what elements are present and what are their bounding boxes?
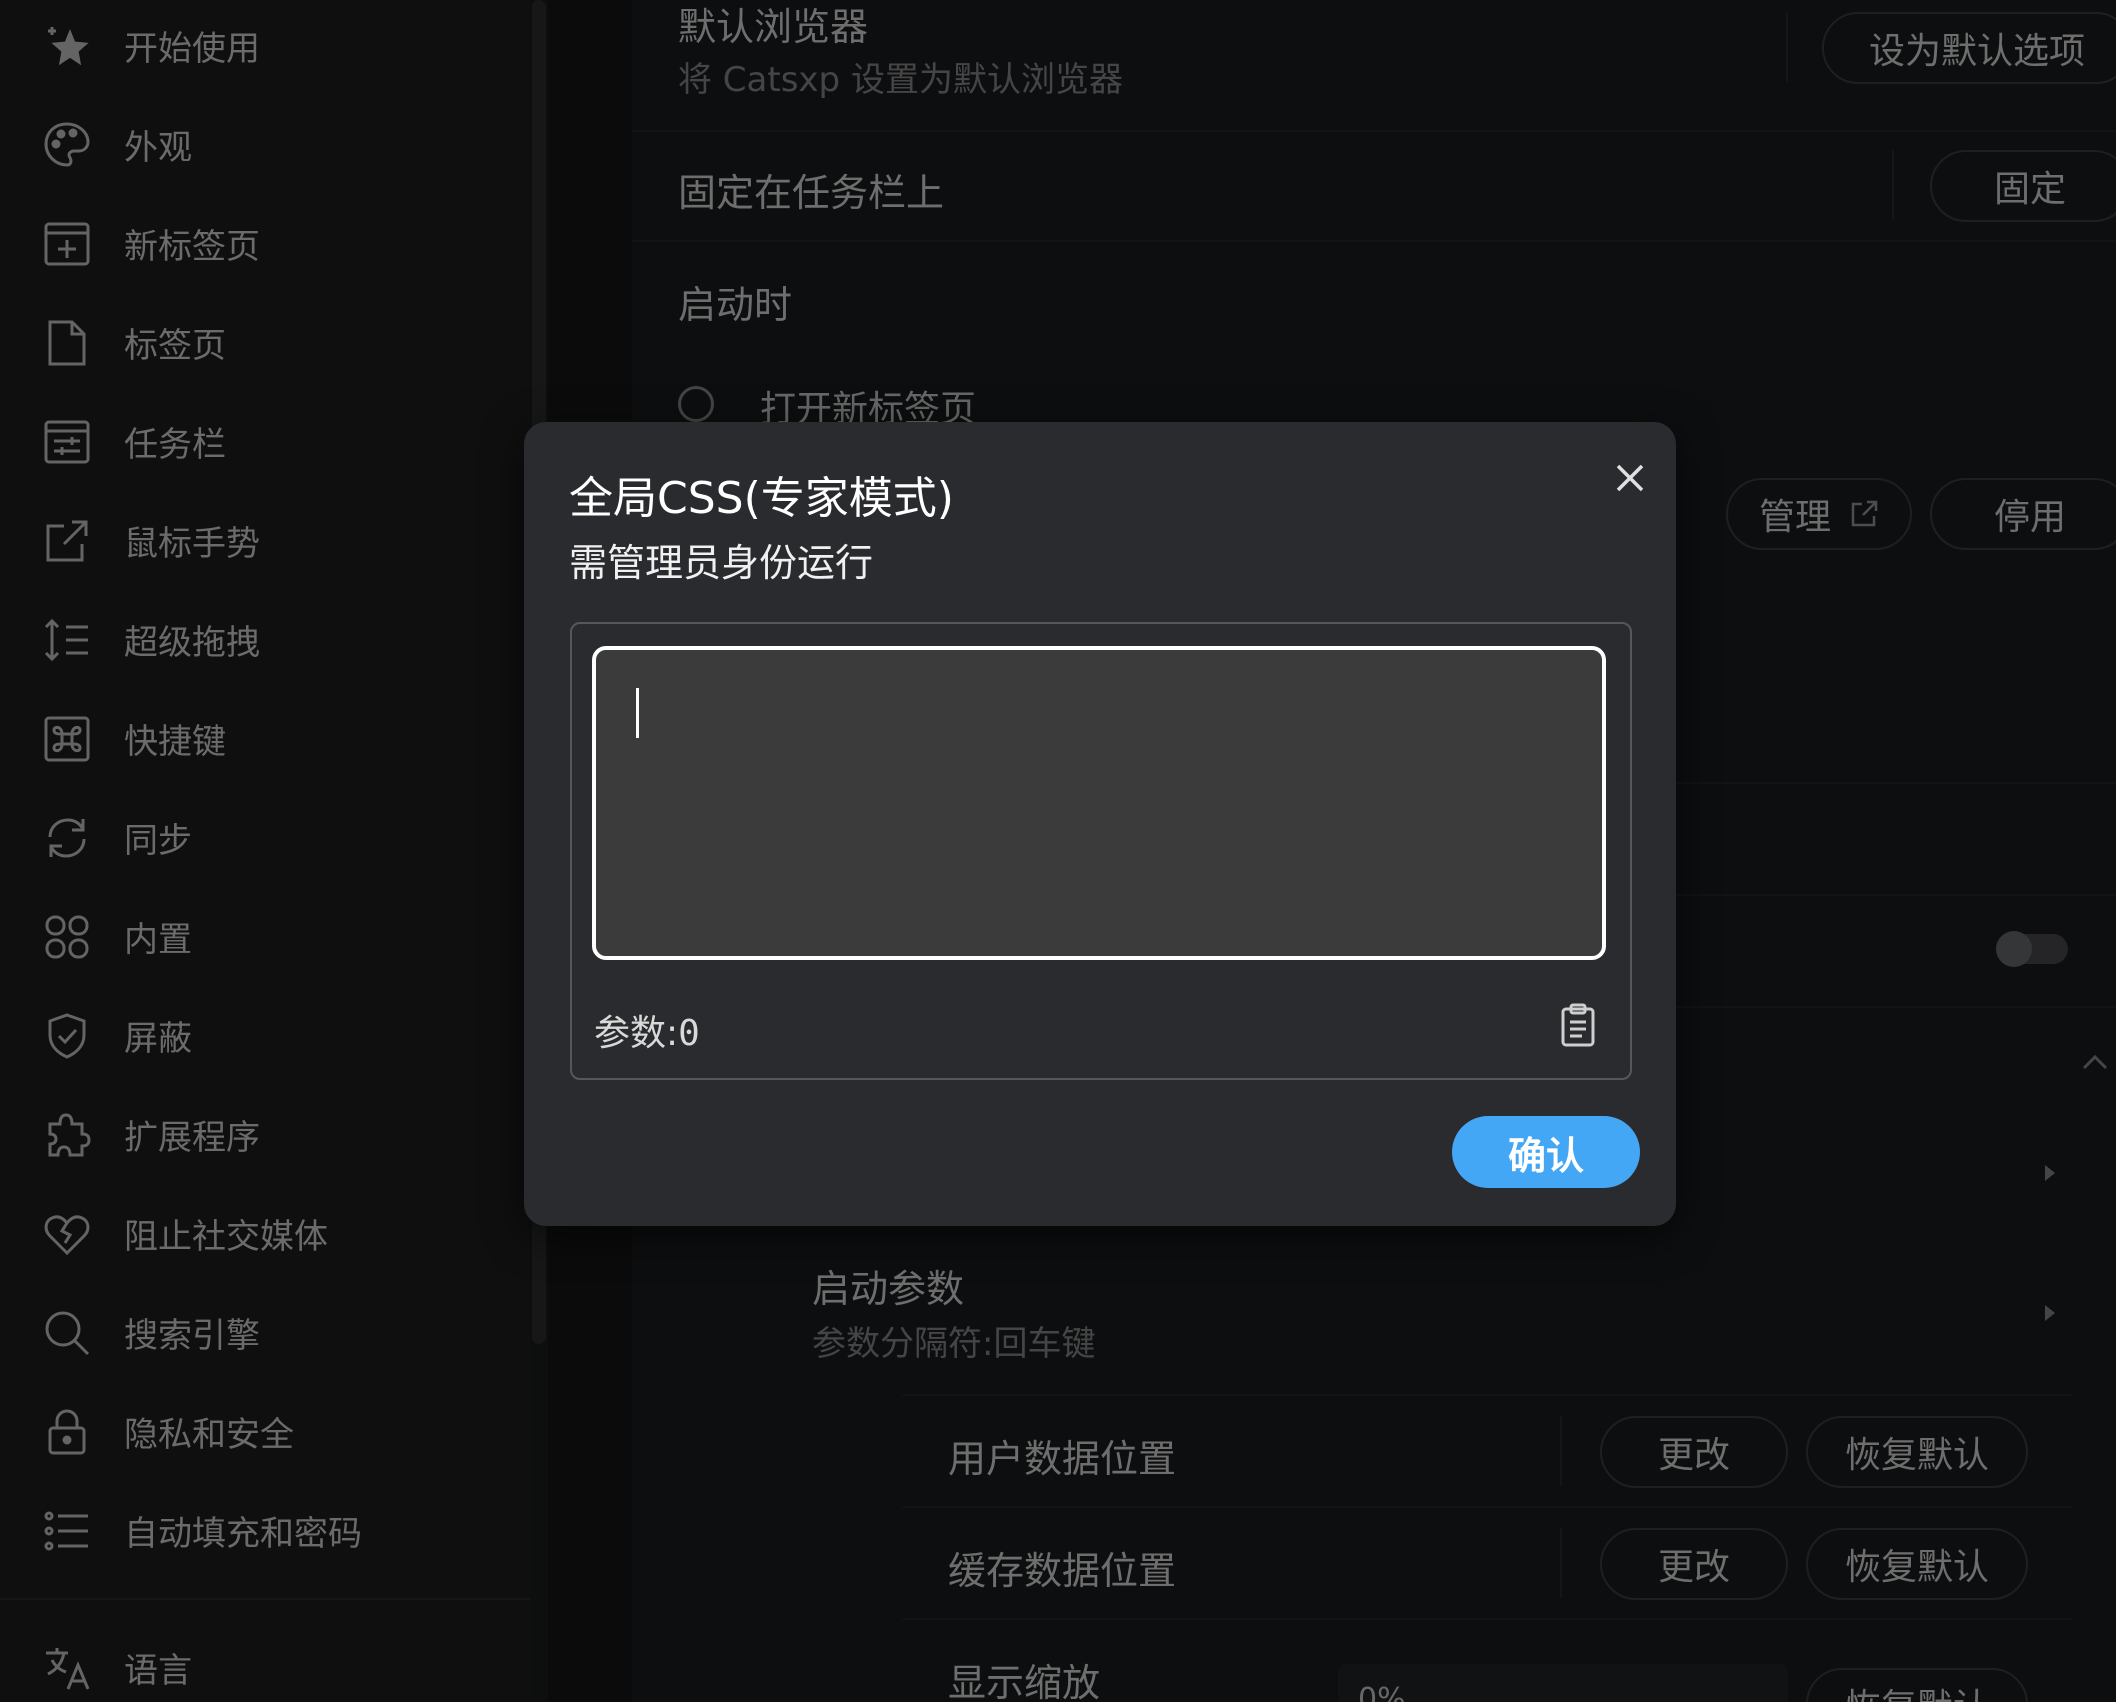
css-textarea[interactable] (592, 646, 1606, 960)
css-editor-container: 参数:0 (570, 622, 1632, 1080)
params-label-text: 参数: (594, 1013, 679, 1054)
params-count-label: 参数:0 (594, 1004, 700, 1056)
paste-button[interactable] (1558, 1002, 1598, 1048)
params-count-value: 0 (678, 1013, 700, 1054)
confirm-button[interactable]: 确认 (1452, 1116, 1640, 1188)
dialog-title: 全局CSS(专家模式) (569, 473, 954, 524)
text-caret (636, 688, 639, 738)
global-css-dialog: 全局CSS(专家模式) 需管理员身份运行 参数:0 确认 (524, 422, 1676, 1226)
close-button[interactable] (1604, 452, 1656, 504)
clipboard-icon (1558, 1002, 1598, 1048)
close-icon (1604, 452, 1656, 504)
dialog-subtitle: 需管理员身份运行 (569, 541, 874, 585)
